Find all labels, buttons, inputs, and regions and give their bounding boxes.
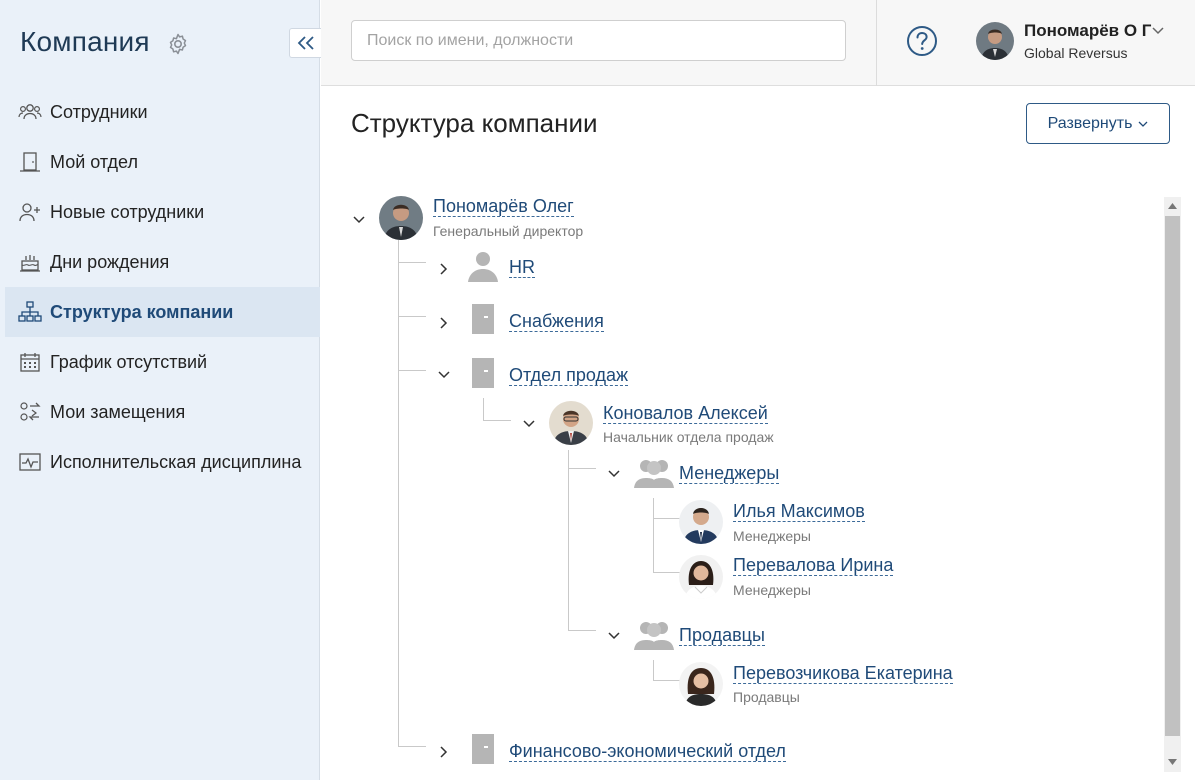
tree-connector (653, 498, 654, 572)
add-user-icon (17, 199, 43, 225)
users-group-icon (634, 622, 674, 650)
expand-button-label: Развернуть (1047, 114, 1133, 132)
user-company: Global Reversus (1024, 45, 1128, 61)
pulse-chart-icon (17, 449, 43, 475)
cake-icon (17, 249, 43, 275)
chevron-right-icon[interactable] (436, 315, 452, 331)
tree-connector (398, 746, 426, 747)
group-name-link[interactable]: Менеджеры (679, 463, 780, 484)
chevron-down-icon[interactable] (606, 466, 622, 482)
person-name-link[interactable]: Пономарёв Олег (433, 196, 574, 217)
group-name-link[interactable]: Продавцы (679, 625, 765, 646)
tree-scrollbar[interactable] (1164, 197, 1181, 772)
person-position: Генеральный директор (433, 223, 584, 239)
avatar (379, 196, 423, 240)
sidebar-item-absence-schedule[interactable]: График отсутствий (5, 337, 320, 387)
chevron-down-icon[interactable] (351, 212, 367, 228)
tree-connector (483, 420, 511, 421)
person-name-link[interactable]: Перевалова Ирина (733, 555, 894, 576)
sidebar-item-label: Исполнительская дисциплина (50, 451, 302, 472)
sidebar-item-label: График отсутствий (50, 351, 208, 372)
department-name-link[interactable]: Финансово-экономический отдел (509, 741, 786, 762)
person-position: Менеджеры (733, 528, 811, 544)
person-position: Менеджеры (733, 582, 811, 598)
sidebar: Компания Сотрудники Мой отдел Новые сотр… (0, 0, 321, 780)
sidebar-item-birthdays[interactable]: Дни рождения (5, 237, 320, 287)
scroll-down-arrow-icon[interactable] (1168, 759, 1177, 765)
double-chevron-left-icon (297, 36, 314, 50)
avatar (679, 555, 723, 599)
gear-icon[interactable] (166, 32, 190, 56)
collapse-sidebar-button[interactable] (289, 28, 321, 58)
sidebar-item-label: Сотрудники (50, 101, 148, 122)
door-icon (472, 358, 494, 388)
department-name-link[interactable]: Отдел продаж (509, 365, 628, 386)
scroll-up-arrow-icon[interactable] (1168, 203, 1177, 209)
door-icon (472, 734, 494, 764)
person-position: Начальник отдела продаж (603, 429, 774, 445)
tree-connector (653, 680, 681, 681)
avatar (679, 500, 723, 544)
sidebar-title: Компания (20, 26, 150, 57)
person-name-link[interactable]: Коновалов Алексей (603, 403, 768, 424)
door-icon (472, 304, 494, 334)
sidebar-item-label: Новые сотрудники (50, 201, 205, 222)
chevron-right-icon[interactable] (436, 261, 452, 277)
chevron-down-icon (1138, 121, 1148, 127)
tree-connector (398, 316, 426, 317)
person-position: Продавцы (733, 689, 800, 705)
department-name-link[interactable]: HR (509, 257, 535, 278)
org-tree: Пономарёв Олег Генеральный директор HR С… (340, 190, 1160, 780)
avatar (549, 401, 593, 445)
user-silhouette-icon (468, 252, 498, 282)
tree-connector (398, 262, 426, 263)
tree-connector (653, 518, 681, 519)
header-divider (876, 0, 877, 86)
tree-connector (568, 630, 596, 631)
people-icon (17, 99, 43, 125)
sidebar-item-label: Структура компании (50, 301, 234, 322)
sidebar-item-my-substitutions[interactable]: Мои замещения (5, 387, 320, 437)
tree-connector (398, 370, 426, 371)
page-title: Структура компании (351, 108, 598, 138)
chevron-down-icon[interactable] (606, 628, 622, 644)
sidebar-item-label: Мой отдел (50, 151, 138, 172)
sidebar-item-my-department[interactable]: Мой отдел (5, 137, 320, 187)
search-input[interactable] (351, 20, 846, 61)
sidebar-item-new-employees[interactable]: Новые сотрудники (5, 187, 320, 237)
scroll-thumb[interactable] (1165, 216, 1180, 736)
tree-connector (568, 468, 596, 469)
tree-connector (653, 572, 681, 573)
avatar (679, 662, 723, 706)
sidebar-menu: Сотрудники Мой отдел Новые сотрудники Дн… (5, 87, 320, 487)
door-icon (17, 149, 43, 175)
sidebar-item-company-structure[interactable]: Структура компании (5, 287, 320, 337)
person-name-link[interactable]: Перевозчикова Екатерина (733, 663, 953, 684)
expand-button[interactable]: Развернуть (1026, 103, 1170, 144)
sidebar-item-employees[interactable]: Сотрудники (5, 87, 320, 137)
chevron-down-icon[interactable] (1151, 25, 1165, 37)
top-header: Пономарёв О Г Global Reversus (321, 0, 1195, 86)
calendar-icon (17, 349, 43, 375)
users-group-icon (634, 460, 674, 488)
chevron-down-icon[interactable] (521, 416, 537, 432)
department-name-link[interactable]: Снабжения (509, 311, 604, 332)
user-name[interactable]: Пономарёв О Г (1024, 21, 1151, 41)
tree-connector (568, 450, 569, 630)
chevron-down-icon[interactable] (436, 367, 452, 383)
substitution-icon (17, 399, 43, 425)
sidebar-item-label: Мои замещения (50, 401, 186, 422)
person-name-link[interactable]: Илья Максимов (733, 501, 865, 522)
user-avatar[interactable] (976, 22, 1014, 60)
help-icon[interactable] (906, 25, 938, 57)
sidebar-item-performance-discipline[interactable]: Исполнительская дисциплина (5, 437, 320, 487)
sidebar-item-label: Дни рождения (50, 251, 170, 272)
tree-connector (653, 660, 654, 680)
chevron-right-icon[interactable] (436, 744, 452, 760)
tree-connector (483, 398, 484, 420)
org-structure-icon (17, 299, 43, 325)
